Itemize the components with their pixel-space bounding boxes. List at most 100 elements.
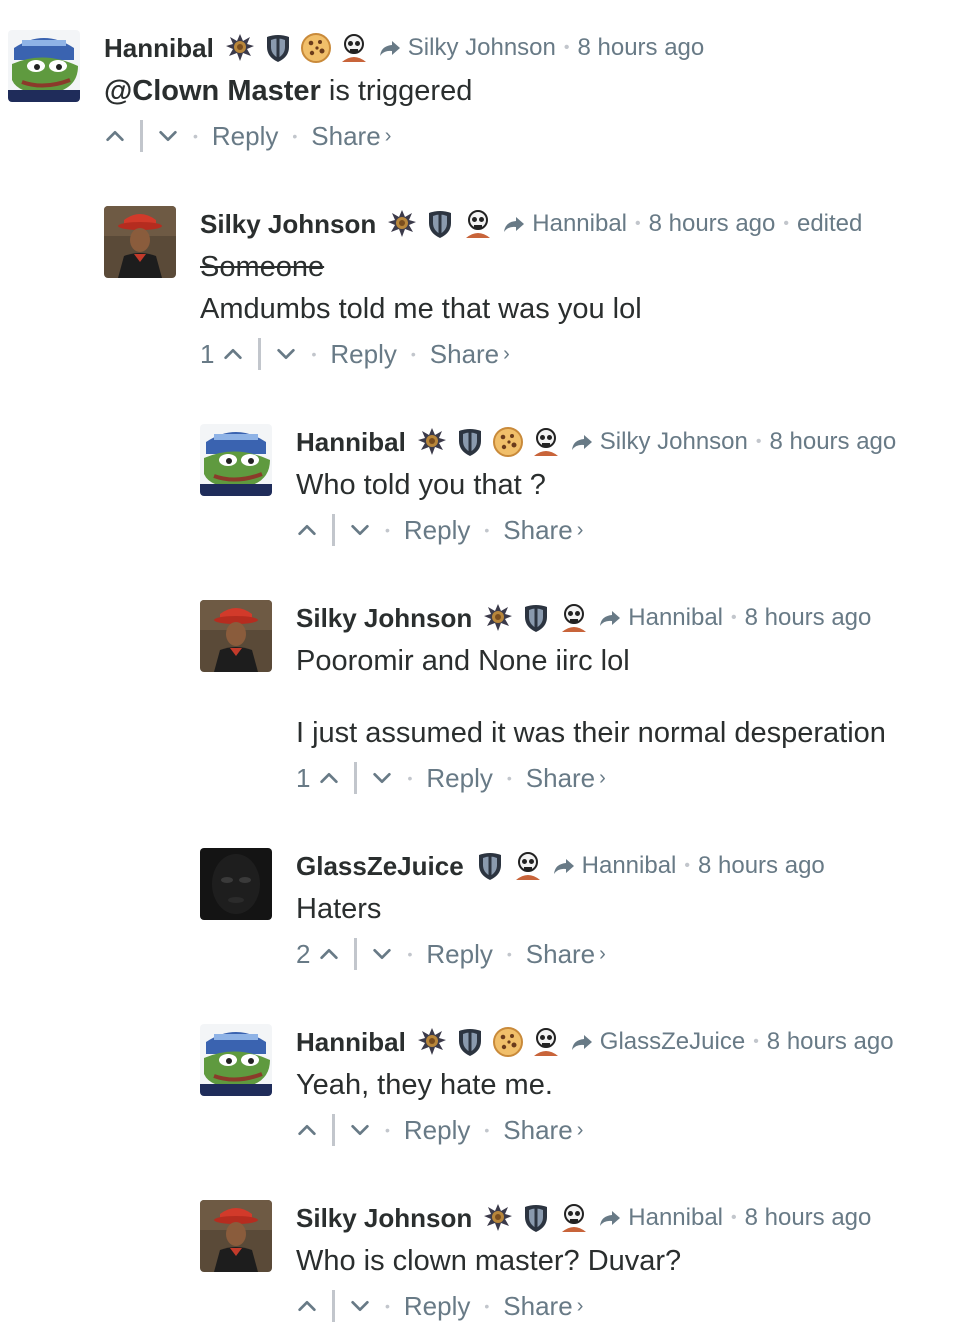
- author-name[interactable]: Hannibal: [296, 1027, 406, 1058]
- text-line: I just assumed it was their normal despe…: [296, 717, 886, 749]
- strikethrough-text: Someone: [200, 251, 325, 283]
- skull-badge-icon: [558, 1202, 590, 1234]
- reply-to-name[interactable]: Silky Johnson: [408, 34, 556, 62]
- reply-to[interactable]: Hannibal: [598, 1204, 723, 1232]
- downvote-chevron-icon[interactable]: [349, 519, 371, 541]
- upvote-chevron-icon[interactable]: [222, 343, 244, 365]
- vote-divider: [332, 1290, 335, 1322]
- share-button[interactable]: Share: [430, 339, 499, 370]
- comment-header: Hannibal Silky Johnson • 8 hours ago: [104, 30, 864, 66]
- crest-badge-icon: [482, 602, 514, 634]
- downvote-chevron-icon[interactable]: [371, 767, 393, 789]
- comment-actions: 2 • Reply • Share ›: [296, 934, 972, 974]
- avatar[interactable]: [200, 848, 272, 920]
- crest-badge-icon: [386, 208, 418, 240]
- downvote-chevron-icon[interactable]: [349, 1295, 371, 1317]
- upvote-chevron-icon[interactable]: [296, 1295, 318, 1317]
- avatar[interactable]: [200, 600, 272, 672]
- downvote-chevron-icon[interactable]: [275, 343, 297, 365]
- separator: •: [506, 770, 512, 786]
- reply-button[interactable]: Reply: [426, 763, 492, 794]
- reply-to-name[interactable]: Hannibal: [532, 210, 627, 238]
- avatar[interactable]: [200, 424, 272, 496]
- author-name[interactable]: GlassZeJuice: [296, 851, 464, 882]
- reply-arrow-icon: [552, 854, 576, 878]
- crest-badge-icon: [416, 426, 448, 458]
- comment-actions: 1 • Reply • Share ›: [200, 334, 960, 374]
- avatar[interactable]: [104, 206, 176, 278]
- downvote-chevron-icon[interactable]: [371, 943, 393, 965]
- comment-text: Who is clown master? Duvar?: [296, 1240, 972, 1282]
- comment-text: Someone Amdumbs told me that was you lol: [200, 246, 960, 330]
- downvote-chevron-icon[interactable]: [157, 125, 179, 147]
- reply-to-name[interactable]: Hannibal: [582, 852, 677, 880]
- timestamp[interactable]: 8 hours ago: [769, 428, 896, 456]
- edited-label: edited: [796, 210, 863, 237]
- avatar[interactable]: [200, 1200, 272, 1272]
- mention-link[interactable]: @Clown Master: [104, 75, 321, 107]
- share-button[interactable]: Share: [526, 763, 595, 794]
- share-chevron-icon: ›: [599, 766, 606, 789]
- reply-to-name[interactable]: Hannibal: [628, 604, 723, 632]
- share-button[interactable]: Share: [503, 515, 572, 546]
- timestamp[interactable]: 8 hours ago: [649, 210, 776, 238]
- share-button[interactable]: Share: [503, 1291, 572, 1322]
- skull-badge-icon: [558, 602, 590, 634]
- avatar[interactable]: [200, 1024, 272, 1096]
- share-button[interactable]: Share: [311, 121, 380, 152]
- reply-button[interactable]: Reply: [404, 1115, 470, 1146]
- separator: •: [506, 946, 512, 962]
- downvote-chevron-icon[interactable]: [349, 1119, 371, 1141]
- share-chevron-icon: ›: [576, 1294, 584, 1317]
- separator: •: [484, 1298, 490, 1314]
- author-name[interactable]: Silky Johnson: [296, 603, 472, 634]
- reply-to-name[interactable]: Hannibal: [628, 1204, 723, 1232]
- shield-badge-icon: [424, 208, 456, 240]
- separator: •: [385, 1298, 390, 1314]
- separator: •: [484, 522, 490, 538]
- cookie-badge-icon: [300, 32, 332, 64]
- avatar[interactable]: [8, 30, 80, 102]
- timestamp[interactable]: 8 hours ago: [745, 1204, 872, 1232]
- reply-to[interactable]: Hannibal: [598, 604, 723, 632]
- separator: •: [563, 39, 570, 56]
- comment-header: Silky Johnson Hannibal • 8 hours ago • e…: [200, 206, 960, 242]
- separator: •: [311, 346, 317, 362]
- upvote-chevron-icon[interactable]: [318, 767, 340, 789]
- timestamp[interactable]: 8 hours ago: [577, 34, 704, 62]
- upvote-chevron-icon[interactable]: [296, 519, 318, 541]
- upvote-chevron-icon[interactable]: [318, 943, 340, 965]
- reply-to[interactable]: GlassZeJuice: [570, 1028, 745, 1056]
- upvote-chevron-icon[interactable]: [104, 125, 126, 147]
- reply-to-name[interactable]: Silky Johnson: [600, 428, 748, 456]
- reply-arrow-icon: [502, 212, 526, 236]
- reply-button[interactable]: Reply: [404, 1291, 470, 1322]
- author-name[interactable]: Hannibal: [104, 33, 214, 64]
- author-name[interactable]: Hannibal: [296, 427, 406, 458]
- comment-header: GlassZeJuice Hannibal • 8 hours ago: [296, 848, 972, 884]
- timestamp[interactable]: 8 hours ago: [698, 852, 825, 880]
- reply-to[interactable]: Hannibal: [552, 852, 677, 880]
- timestamp[interactable]: 8 hours ago: [745, 604, 872, 632]
- vote-divider: [332, 1114, 335, 1146]
- upvote-chevron-icon[interactable]: [296, 1119, 318, 1141]
- reply-to[interactable]: Silky Johnson: [570, 428, 748, 456]
- reply-button[interactable]: Reply: [212, 121, 278, 152]
- author-name[interactable]: Silky Johnson: [296, 1203, 472, 1234]
- reply-button[interactable]: Reply: [426, 939, 492, 970]
- vote-divider: [140, 120, 143, 152]
- reply-to-name[interactable]: GlassZeJuice: [600, 1028, 745, 1056]
- timestamp[interactable]: 8 hours ago: [767, 1028, 894, 1056]
- reply-button[interactable]: Reply: [404, 515, 470, 546]
- skull-badge-icon: [338, 32, 370, 64]
- author-name[interactable]: Silky Johnson: [200, 209, 376, 240]
- cookie-badge-icon: [492, 1026, 524, 1058]
- badges: [416, 426, 562, 458]
- reply-to[interactable]: Silky Johnson: [378, 34, 556, 62]
- share-button[interactable]: Share: [503, 1115, 572, 1146]
- reply-to[interactable]: Hannibal: [502, 210, 627, 238]
- share-button[interactable]: Share: [526, 939, 595, 970]
- reply-button[interactable]: Reply: [330, 339, 396, 370]
- reply-arrow-icon: [598, 606, 622, 630]
- badges: [416, 1026, 562, 1058]
